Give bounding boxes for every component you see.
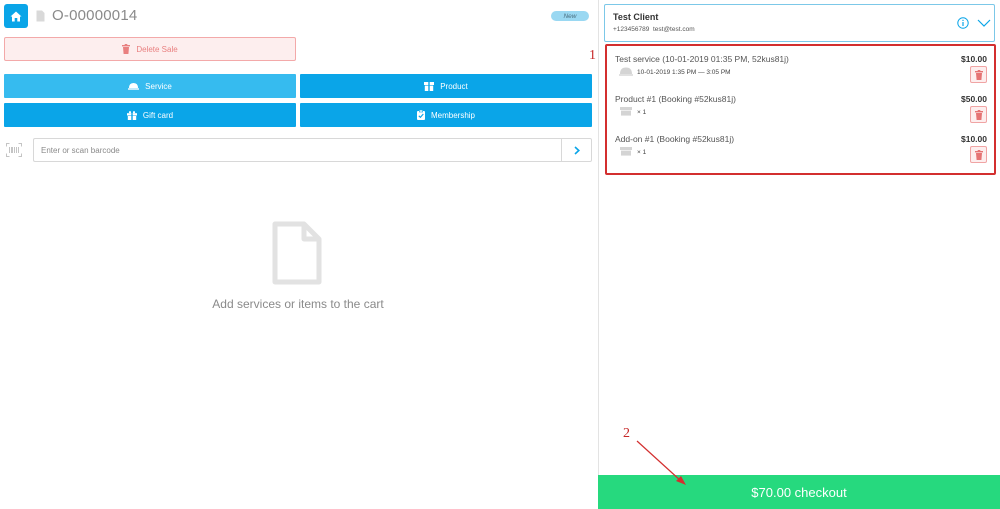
document-icon: [36, 10, 45, 22]
delete-sale-button[interactable]: Delete Sale: [4, 37, 296, 61]
tile-product-label: Product: [440, 81, 468, 91]
barcode-icon[interactable]: [6, 143, 22, 157]
status-badge: New: [551, 11, 589, 21]
client-email: test@test.com: [652, 26, 695, 33]
tile-service-label: Service: [145, 81, 172, 91]
annotation-label-1: 1: [589, 48, 596, 63]
annotation-label-2: 2: [623, 426, 630, 441]
service-bell-icon: [619, 67, 633, 76]
trash-icon: [974, 69, 983, 80]
client-phone: +123456789: [613, 26, 650, 33]
service-bell-icon: [128, 83, 140, 90]
pos-app: O-00000014 New Delete Sale Service Produ…: [0, 0, 1000, 509]
trash-icon: [974, 109, 983, 120]
cart-item-name: Add-on #1 (Booking #52kus81j): [615, 134, 735, 144]
remove-item-button[interactable]: [970, 66, 987, 83]
order-number: O-00000014: [52, 7, 138, 24]
tile-membership-label: Membership: [430, 110, 475, 120]
cart-item[interactable]: Add-on #1 (Booking #52kus81j) $10.00 × 1: [615, 134, 990, 172]
box-icon: [620, 147, 632, 156]
checkout-button[interactable]: $70.00 checkout: [598, 475, 1000, 509]
cart-item[interactable]: Test service (10-01-2019 01:35 PM, 52kus…: [615, 54, 990, 92]
remove-item-button[interactable]: [970, 146, 987, 163]
info-icon[interactable]: [957, 17, 969, 29]
cart-item-quantity: × 1: [637, 109, 647, 116]
cart-item-name: Product #1 (Booking #52kus81j): [615, 94, 736, 104]
chevron-down-icon[interactable]: [977, 18, 991, 28]
delete-sale-label: Delete Sale: [136, 44, 178, 54]
home-button[interactable]: [4, 4, 28, 28]
barcode-submit-button[interactable]: [561, 138, 592, 162]
empty-cart-message: Add services or items to the cart: [212, 297, 384, 311]
tile-product[interactable]: Product: [300, 74, 592, 98]
box-icon: [424, 81, 435, 91]
remove-item-button[interactable]: [970, 106, 987, 123]
cart-item[interactable]: Product #1 (Booking #52kus81j) $50.00 × …: [615, 94, 990, 132]
barcode-input[interactable]: [33, 138, 561, 162]
client-card[interactable]: Test Client +123456789 test@test.com: [604, 4, 995, 42]
cart-item-price: $10.00: [961, 134, 987, 144]
gift-icon: [126, 110, 137, 120]
box-icon: [620, 107, 632, 116]
trash-icon: [122, 44, 131, 54]
tile-gift-card-label: Gift card: [142, 110, 174, 120]
sale-panel: O-00000014 New Delete Sale Service Produ…: [0, 0, 598, 509]
cart-items-list: Test service (10-01-2019 01:35 PM, 52kus…: [605, 44, 996, 175]
clipboard-check-icon: [416, 110, 425, 120]
cart-item-name: Test service (10-01-2019 01:35 PM, 52kus…: [615, 54, 789, 64]
empty-cart-document-icon: [272, 221, 322, 285]
tile-gift-card[interactable]: Gift card: [4, 103, 296, 127]
cart-item-quantity: × 1: [637, 149, 647, 156]
cart-item-price: $10.00: [961, 54, 987, 64]
trash-icon: [974, 149, 983, 160]
home-icon: [10, 11, 22, 21]
tile-membership[interactable]: Membership: [300, 103, 592, 127]
client-contact: +123456789 test@test.com: [613, 26, 695, 33]
cart-item-time: 10-01-2019 1:35 PM — 3:05 PM: [637, 69, 731, 76]
chevron-right-icon: [573, 145, 580, 155]
cart-item-price: $50.00: [961, 94, 987, 104]
tile-service[interactable]: Service: [4, 74, 296, 98]
client-name: Test Client: [613, 12, 659, 22]
